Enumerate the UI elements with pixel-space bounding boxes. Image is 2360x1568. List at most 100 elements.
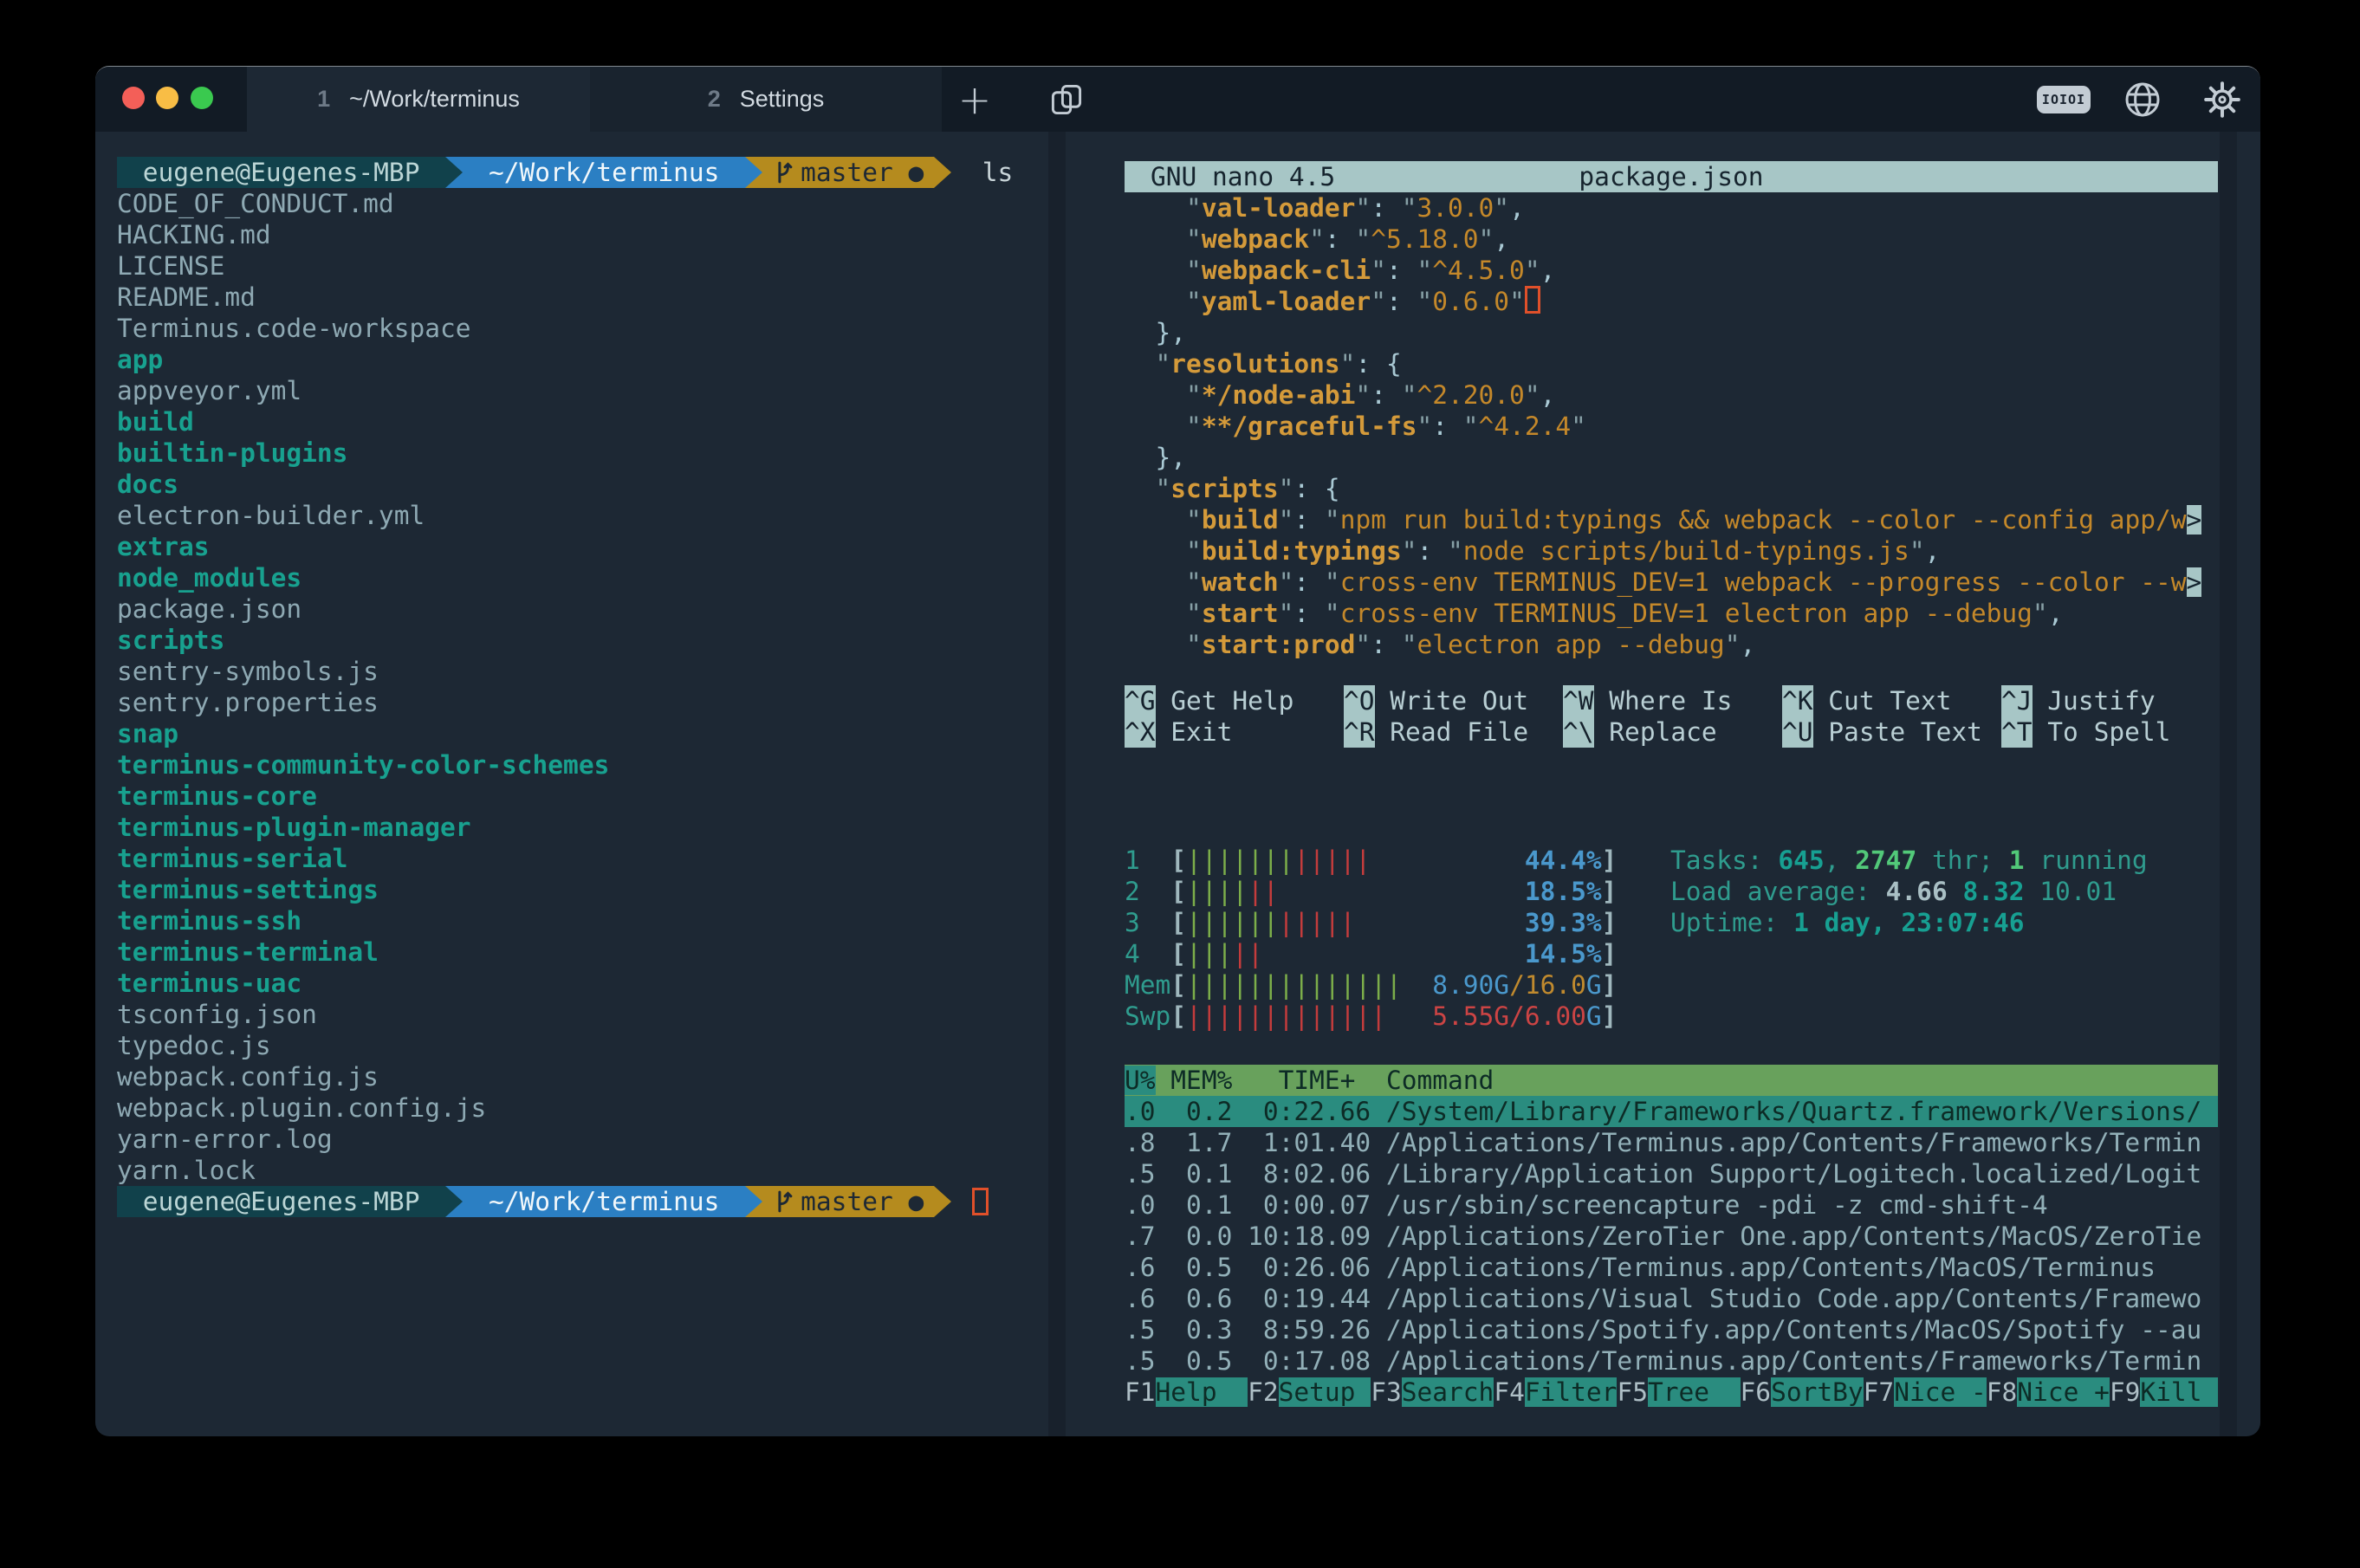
minimize-window-button[interactable] [156,87,178,109]
plus-icon: + [958,76,992,123]
tab-settings[interactable]: 2 Settings [590,67,942,132]
network-button[interactable] [2117,67,2169,132]
prompt-user-segment: eugene@Eugenes-MBP [117,1186,445,1217]
process-row[interactable]: .0 0.1 0:00.07 /usr/sbin/screencapture -… [1125,1189,2218,1221]
htop-meter: Swp[||||||||||||| 5.55G/6.00G] [1125,1001,1617,1032]
prompt-path-segment: ~/Work/terminus [463,1186,745,1217]
file-entry: webpack.config.js [117,1061,1013,1092]
directory-entry: app [117,344,1013,375]
directory-entry: terminus-serial [117,843,1013,874]
nano-shortcut: ^X Exit [1125,716,1344,748]
htop-fkey-f5[interactable]: F5Tree [1617,1377,1740,1408]
terminal-pane-right[interactable]: GNU nano 4.5 package.json "val-loader": … [1066,132,2260,1436]
htop-process-table: U% MEM% TIME+ Command.0 0.2 0:22.66 /Sys… [1125,1065,2218,1377]
htop-fkey-f2[interactable]: F2Setup [1248,1377,1371,1408]
serial-keycap-icon: IOIOI [2037,86,2091,113]
file-entry: sentry-symbols.js [117,656,1013,687]
typed-command: ls [951,158,1013,187]
htop-meter: 2 [|||||| 18.5%] [1125,876,1617,907]
directory-entry: build [117,406,1013,437]
tab-label: ~/Work/terminus [349,86,520,113]
copy-panes-icon [1047,80,1086,120]
nano-shortcut: ^O Write Out [1344,685,1563,716]
settings-button[interactable] [2196,67,2248,132]
nano-app-title: GNU nano 4.5 [1151,162,1335,191]
process-row[interactable]: .7 0.0 10:18.09 /Applications/ZeroTier O… [1125,1221,2218,1252]
nano-shortcut: ^G Get Help [1125,685,1344,716]
htop-fkey-f3[interactable]: F3Search [1371,1377,1494,1408]
directory-entry: terminus-plugin-manager [117,812,1013,843]
file-entry: tsconfig.json [117,999,1013,1030]
tab-label: Settings [740,86,825,113]
htop-fkey-f4[interactable]: F4Filter [1494,1377,1617,1408]
shell-prompt: eugene@Eugenes-MBP ~/Work/terminus maste… [117,1186,1013,1217]
directory-entry: terminus-community-color-schemes [117,749,1013,781]
close-window-button[interactable] [122,87,145,109]
prompt-git-segment: master ● [762,157,934,188]
prompt-user-segment: eugene@Eugenes-MBP [117,157,445,188]
file-entry: LICENSE [117,250,1013,282]
file-entry: HACKING.md [117,219,1013,250]
maximize-window-button[interactable] [191,87,213,109]
directory-entry: terminus-terminal [117,936,1013,968]
process-table-header[interactable]: U% MEM% TIME+ Command [1125,1065,2218,1096]
window-content: eugene@Eugenes-MBP ~/Work/terminus maste… [95,132,2260,1436]
htop-fkey-f9[interactable]: F9Kill [2110,1377,2218,1408]
file-entry: appveyor.yml [117,375,1013,406]
process-row[interactable]: .6 0.6 0:19.44 /Applications/Visual Stud… [1125,1283,2218,1314]
htop-meter: 1 [|||||||||||| 44.4%] [1125,845,1617,876]
process-row[interactable]: .6 0.5 0:26.06 /Applications/Terminus.ap… [1125,1252,2218,1283]
file-entry: Terminus.code-workspace [117,313,1013,344]
tab-bar: 1 ~/Work/terminus 2 Settings + IOIOI [95,67,2260,132]
nano-shortcut: ^\ Replace [1563,716,1782,748]
right-pane-scrollbar[interactable] [2220,132,2237,1436]
directory-entry: builtin-plugins [117,437,1013,469]
process-row[interactable]: .8 1.7 1:01.40 /Applications/Terminus.ap… [1125,1127,2218,1158]
file-entry: yarn.lock [117,1155,1013,1186]
git-branch-icon [773,159,794,185]
prompt-path-segment: ~/Work/terminus [463,157,745,188]
process-row[interactable]: .5 0.3 8:59.26 /Applications/Spotify.app… [1125,1314,2218,1345]
left-pane-scrollbar[interactable] [1048,132,1066,1436]
screen: 1 ~/Work/terminus 2 Settings + IOIOI [0,0,2360,1568]
file-entry: typedoc.js [117,1030,1013,1061]
nano-shortcut: ^K Cut Text [1782,685,2001,716]
htop-meter: Mem[|||||||||||||| 8.90G/16.0G] [1125,969,1617,1001]
htop-fkey-f6[interactable]: F6SortBy [1741,1377,1864,1408]
htop-meters: 1 [|||||||||||| 44.4%]2 [|||||| 18.5%]3 … [1125,845,1617,1032]
file-entry: package.json [117,593,1013,625]
prompt-git-segment: master ● [762,1186,934,1217]
process-row[interactable]: .5 0.5 0:17.08 /Applications/Terminus.ap… [1125,1345,2218,1377]
process-row-selected[interactable]: .0 0.2 0:22.66 /System/Library/Framework… [1125,1096,2218,1127]
htop-fkey-f1[interactable]: F1Help [1125,1377,1248,1408]
serial-keyboard-button[interactable]: IOIOI [2037,67,2091,132]
directory-entry: snap [117,718,1013,749]
htop-tasks-summary: Tasks: 645, 2747 thr; 1 runningLoad aver… [1670,845,2148,938]
htop-fkey-f8[interactable]: F8Nice + [1987,1377,2110,1408]
shell-prompt: eugene@Eugenes-MBP ~/Work/terminus maste… [117,157,1013,188]
process-row[interactable]: .5 0.1 8:02.06 /Library/Application Supp… [1125,1158,2218,1189]
file-entry: CODE_OF_CONDUCT.md [117,188,1013,219]
nano-editor-text: "val-loader": "3.0.0", "webpack": "^5.18… [1125,192,2218,660]
htop-fkey-f7[interactable]: F7Nice - [1864,1377,1987,1408]
tab-work-terminus[interactable]: 1 ~/Work/terminus [247,67,590,132]
directory-entry: terminus-ssh [117,905,1013,936]
terminal-window: 1 ~/Work/terminus 2 Settings + IOIOI [95,66,2260,1436]
directory-entry: terminus-settings [117,874,1013,905]
split-pane-button[interactable] [1040,67,1093,132]
directory-entry: docs [117,469,1013,500]
tab-number: 1 [317,86,330,113]
globe-icon [2122,79,2163,120]
terminal-pane-left[interactable]: eugene@Eugenes-MBP ~/Work/terminus maste… [95,132,1066,1436]
file-entry: electron-builder.yml [117,500,1013,531]
git-branch-icon [773,1189,794,1215]
file-entry: yarn-error.log [117,1124,1013,1155]
file-entry: sentry.properties [117,687,1013,718]
directory-entry: scripts [117,625,1013,656]
directory-entry: terminus-core [117,781,1013,812]
nano-shortcut: ^W Where Is [1563,685,1782,716]
gear-icon [2201,79,2243,120]
nano-shortcut: ^T To Spell [2001,716,2221,748]
nano-shortcut: ^R Read File [1344,716,1563,748]
new-tab-button[interactable]: + [949,67,1001,132]
